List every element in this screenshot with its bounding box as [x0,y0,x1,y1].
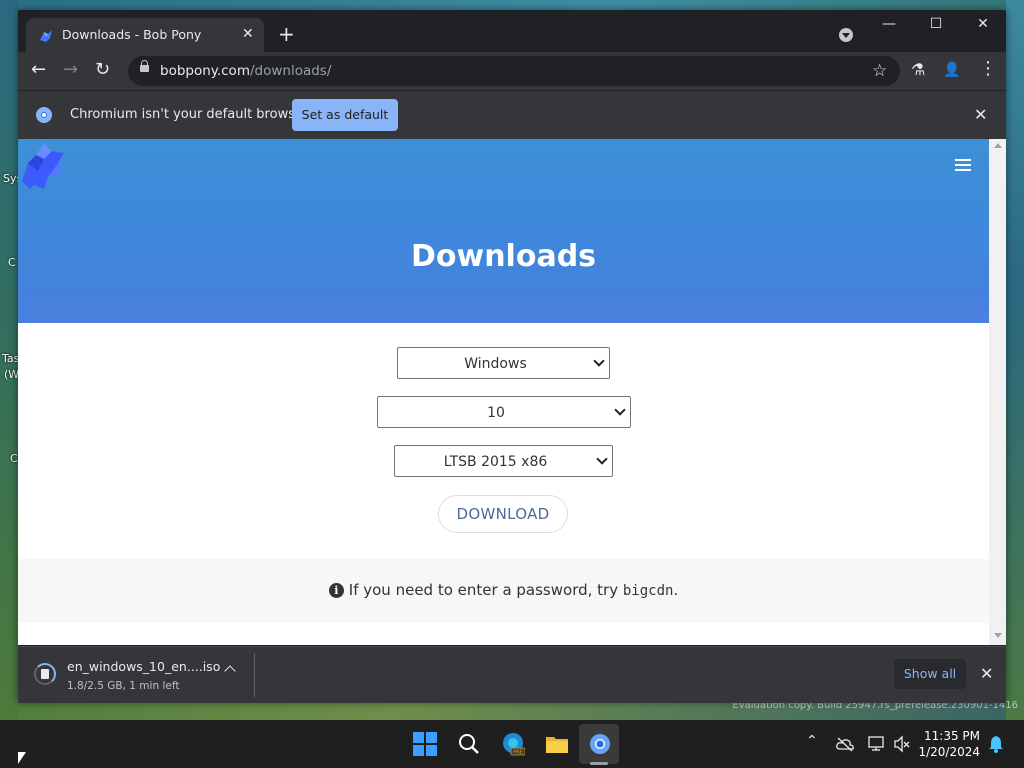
maximize-button[interactable]: ☐ [921,16,951,32]
clock-time: 11:35 PM [924,729,980,743]
password-note: i If you need to enter a password, try bi… [18,559,989,623]
default-browser-infobar: Chromium isn't your default browser Set … [18,90,1006,139]
tab-title: Downloads - Bob Pony [62,27,202,42]
download-status: 1.8/2.5 GB, 1 min left [67,680,180,692]
url-host: bobpony.com [160,63,250,79]
page-scrollbar[interactable] [989,139,1006,645]
desktop-icon-label[interactable]: C [8,256,16,269]
edition-select[interactable]: LTSB 2015 x86 [394,445,613,477]
hamburger-menu-icon[interactable] [955,159,971,171]
svg-text:PRE: PRE [513,750,523,756]
file-icon [41,669,49,679]
menu-kebab-icon[interactable]: ⋮ [979,58,997,79]
minimize-button[interactable]: — [874,16,904,32]
desktop-icon-label[interactable]: Tas [2,352,19,365]
download-shelf: en_windows_10_en....iso 1.8/2.5 GB, 1 mi… [18,646,1006,703]
info-icon: i [328,583,344,598]
chromium-logo-icon [36,107,52,123]
desktop-icon-label[interactable]: C [10,452,18,465]
start-windows-icon[interactable] [413,732,437,756]
back-icon[interactable]: ← [31,60,46,80]
chromium-taskbar-icon[interactable] [588,732,612,756]
tab-strip: Downloads - Bob Pony ✕ + — ☐ ✕ [18,10,1006,52]
tray-overflow-chevron-icon[interactable]: ⌃ [806,733,818,749]
desktop-right-strip [1006,0,1024,720]
url-path: /downloads/ [249,63,332,79]
desktop-icon-label[interactable]: (W [4,368,19,381]
download-button[interactable]: DOWNLOAD [438,495,568,533]
file-explorer-icon[interactable] [545,732,569,756]
tab-downloads[interactable]: Downloads - Bob Pony ✕ [26,18,264,52]
scroll-up-icon[interactable] [994,143,1002,148]
infobar-message: Chromium isn't your default browser [70,107,309,122]
chevron-up-icon[interactable] [224,665,236,677]
volume-muted-icon[interactable] [893,735,911,753]
set-as-default-button[interactable]: Set as default [292,99,398,131]
chevron-down-icon [614,404,626,416]
clock-date: 1/20/2024 [918,745,980,759]
download-file-name[interactable]: en_windows_10_en....iso [67,659,220,674]
close-window-button[interactable]: ✕ [968,16,998,32]
labs-flask-icon[interactable]: ⚗ [911,60,925,79]
chevron-down-icon [593,355,605,367]
address-bar[interactable]: bobpony.com/downloads/ ☆ [128,56,900,86]
search-icon[interactable] [457,732,481,756]
show-all-button[interactable]: Show all [894,659,966,689]
bob-pony-favicon-icon [40,30,52,42]
bob-pony-logo-icon[interactable] [18,141,66,191]
browser-window: Downloads - Bob Pony ✕ + — ☐ ✕ ← → ↻ bob… [18,10,1006,703]
tab-search-icon[interactable] [839,28,853,42]
tab-close-icon[interactable]: ✕ [242,26,254,42]
scroll-down-icon[interactable] [994,633,1002,638]
forward-icon[interactable]: → [63,60,78,80]
infobar-close-icon[interactable]: ✕ [974,105,987,124]
bookmark-star-icon[interactable]: ☆ [872,61,887,81]
system-clock[interactable]: 11:35 PM 1/20/2024 [918,728,980,760]
taskbar: PRE ⌃ 11:35 PM 1/20/2024 [0,720,1024,768]
browser-toolbar: ← → ↻ bobpony.com/downloads/ ☆ ⚗ 👤 ⋮ [18,52,1006,90]
web-page: Downloads Windows 10 LTSB 2015 x86 DOWNL… [18,139,989,645]
os-select-value: Windows [464,356,527,372]
shelf-close-icon[interactable]: ✕ [980,664,993,683]
url-text[interactable]: bobpony.com/downloads/ [160,63,331,79]
running-indicator [590,762,608,765]
note-suffix: . [673,581,679,599]
edge-preview-icon[interactable]: PRE [501,732,525,756]
page-title: Downloads [410,239,597,274]
notification-bell-icon[interactable] [988,735,1004,753]
mouse-cursor [18,752,26,764]
os-select[interactable]: Windows [397,347,610,379]
new-tab-button[interactable]: + [278,24,295,44]
chevron-down-icon [596,453,608,465]
page-hero: Downloads [18,139,989,323]
note-code: bigcdn [622,583,674,599]
edition-select-value: LTSB 2015 x86 [443,454,548,470]
lock-icon[interactable] [140,60,149,72]
divider [254,653,255,697]
profile-icon[interactable]: 👤 [943,62,960,78]
network-icon[interactable] [868,735,886,753]
reload-icon[interactable]: ↻ [95,60,110,80]
version-select-value: 10 [487,405,505,421]
version-select[interactable]: 10 [377,396,631,428]
note-prefix: If you need to enter a password, try [348,581,623,599]
password-note-text: i If you need to enter a password, try bi… [18,581,989,599]
onedrive-cloud-icon[interactable] [836,736,854,752]
